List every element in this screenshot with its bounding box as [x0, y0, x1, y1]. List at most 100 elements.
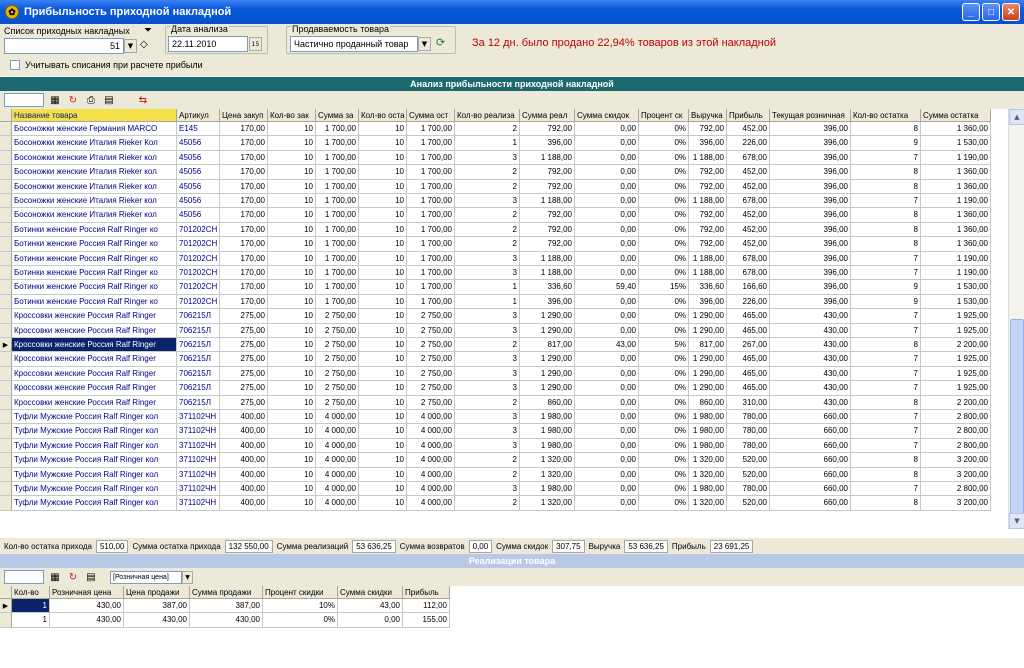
column-header[interactable]: Кол-во зак — [268, 109, 316, 122]
table-cell: Ботинки женские Россия Ralf Ringer ко — [12, 237, 177, 252]
table-cell: 1 188,00 — [520, 266, 575, 281]
column-header[interactable]: Прибыль — [727, 109, 770, 122]
column-header[interactable]: Выручка — [689, 109, 727, 122]
column-header[interactable]: Цена продажи — [124, 586, 190, 599]
table-cell: 396,00 — [770, 237, 851, 252]
table-row[interactable]: Кроссовки женские Россия Ralf Ringer 7062… — [0, 381, 991, 396]
export-icon[interactable]: ▤ — [84, 570, 98, 584]
column-header[interactable]: Артикул — [177, 109, 220, 122]
table-cell: 0% — [639, 309, 689, 324]
table-row[interactable]: Ботинки женские Россия Ralf Ringer ко 701… — [0, 251, 991, 266]
table-cell: 0,00 — [575, 150, 639, 166]
refresh-icon[interactable]: ⟳ — [436, 36, 445, 49]
print-icon[interactable]: ⎙ — [84, 93, 98, 107]
table-cell: 792,00 — [520, 179, 575, 194]
table-row[interactable]: 1 430,00 430,00 430,00 0% 0,00 155,00 — [0, 613, 450, 628]
column-header[interactable]: Процент скидки — [263, 586, 338, 599]
column-header[interactable]: Кол-во — [12, 586, 50, 599]
table-cell: 310,00 — [727, 395, 770, 410]
table-row[interactable]: Туфли Мужские Россия Ralf Ringer кол 3711… — [0, 482, 991, 497]
table-row[interactable]: Босоножки женские Германия MARCO E145 170,… — [0, 122, 991, 137]
swap-columns-icon[interactable]: ⇆ — [136, 93, 150, 107]
table-row[interactable]: Ботинки женские Россия Ralf Ringer ко 701… — [0, 237, 991, 252]
sellability-dropdown-button[interactable]: ▼ — [418, 37, 431, 51]
date-field[interactable]: 22.11.2010 — [168, 36, 248, 52]
price-type-select[interactable]: [Розничная цена] — [110, 570, 182, 584]
column-header[interactable]: Прибыль — [403, 586, 450, 599]
table-row[interactable]: Кроссовки женские Россия Ralf Ringer 7062… — [0, 338, 991, 353]
table-row[interactable]: Кроссовки женские Россия Ralf Ringer 7062… — [0, 366, 991, 382]
column-header[interactable]: Текущая розничная — [770, 109, 851, 122]
filter-icon[interactable]: ⏷ — [144, 25, 152, 36]
table-cell: 1 360,00 — [921, 208, 991, 223]
table-row[interactable]: Кроссовки женские Россия Ralf Ringer 7062… — [0, 309, 991, 324]
table-row[interactable]: Ботинки женские Россия Ralf Ringer ко 701… — [0, 266, 991, 281]
sales-search-input[interactable] — [4, 570, 44, 584]
writeoff-checkbox[interactable] — [10, 60, 20, 70]
column-header[interactable]: Кол-во остатка — [851, 109, 921, 122]
sellability-select[interactable]: Частично проданный товар — [290, 36, 418, 52]
column-header[interactable]: Процент ск — [639, 109, 689, 122]
table-row[interactable]: Ботинки женские Россия Ralf Ringer ко 701… — [0, 222, 991, 238]
table-row[interactable]: 1 430,00 387,00 387,00 10% 43,00 112,00 — [0, 599, 450, 614]
table-row[interactable]: Кроссовки женские Россия Ralf Ringer 7062… — [0, 395, 991, 410]
table-row[interactable]: Туфли Мужские Россия Ralf Ringer кол 3711… — [0, 467, 991, 482]
scroll-down-arrow-icon[interactable]: ▼ — [1009, 513, 1024, 529]
column-header[interactable]: Сумма продажи — [190, 586, 263, 599]
table-cell: 792,00 — [689, 122, 727, 137]
main-search-input[interactable] — [4, 93, 44, 107]
maximize-button[interactable]: □ — [982, 3, 1000, 21]
table-row[interactable]: Ботинки женские Россия Ralf Ringer ко 701… — [0, 294, 991, 310]
scroll-thumb[interactable] — [1010, 319, 1024, 519]
table-cell: 4 000,00 — [316, 453, 359, 468]
filter-table-icon[interactable]: ▦ — [48, 93, 62, 107]
table-row[interactable]: Босоножки женские Италия Rieker кол 45056… — [0, 150, 991, 166]
column-header[interactable]: Кол-во реализа — [455, 109, 520, 122]
table-cell: 0,00 — [575, 438, 639, 454]
table-cell: 10 — [359, 496, 407, 511]
refresh-icon[interactable]: ↻ — [66, 93, 80, 107]
table-row[interactable]: Туфли Мужские Россия Ralf Ringer кол 3711… — [0, 410, 991, 425]
table-cell: 1 290,00 — [689, 366, 727, 382]
column-header[interactable]: Сумма скидок — [575, 109, 639, 122]
calendar-button[interactable]: 15 — [249, 37, 262, 51]
table-row[interactable]: Туфли Мужские Россия Ralf Ringer кол 3711… — [0, 438, 991, 454]
table-cell: 4 000,00 — [407, 453, 455, 468]
close-button[interactable]: ✕ — [1002, 3, 1020, 21]
price-type-dropdown-button[interactable]: ▼ — [182, 570, 193, 584]
profitability-table[interactable]: Название товара Артикул Цена закуп Кол-во з… — [0, 109, 1008, 529]
main-vertical-scrollbar[interactable]: ▲ ▼ — [1008, 109, 1024, 529]
table-row[interactable]: Босоножки женские Италия Rieker Кол 45056… — [0, 136, 991, 151]
column-header[interactable]: Сумма остатка — [921, 109, 991, 122]
table-row[interactable]: Туфли Мужские Россия Ralf Ringer кол 3711… — [0, 496, 991, 511]
table-row[interactable]: Ботинки женские Россия Ralf Ringer ко 701… — [0, 280, 991, 295]
invoice-dropdown-button[interactable]: ▼ — [124, 39, 137, 53]
table-row[interactable]: Босоножки женские Италия Rieker кол 45056… — [0, 208, 991, 223]
column-header[interactable]: Цена закуп — [220, 109, 268, 122]
sales-table[interactable]: Кол-во Розничная цена Цена продажи Сумма пр… — [0, 586, 1024, 668]
table-cell: Босоножки женские Италия Rieker кол — [12, 194, 177, 209]
table-row[interactable]: Босоножки женские Италия Rieker кол 45056… — [0, 194, 991, 209]
column-header[interactable]: Кол-во оста — [359, 109, 407, 122]
filter-table-icon[interactable]: ▦ — [48, 570, 62, 584]
table-row[interactable]: Туфли Мужские Россия Ralf Ringer кол 3711… — [0, 424, 991, 439]
table-row[interactable]: Босоножки женские Италия Rieker кол 45056… — [0, 165, 991, 180]
column-header[interactable]: Сумма за — [316, 109, 359, 122]
export-icon[interactable]: ▤ — [102, 93, 116, 107]
column-header[interactable]: Название товара — [12, 109, 177, 122]
column-header[interactable]: Сумма скидки — [338, 586, 403, 599]
eraser-icon[interactable]: ◇ — [140, 39, 148, 50]
refresh-icon[interactable]: ↻ — [66, 570, 80, 584]
table-cell: 10 — [359, 294, 407, 310]
invoice-select[interactable]: 51 — [4, 38, 124, 54]
table-row[interactable]: Кроссовки женские Россия Ralf Ringer 7062… — [0, 352, 991, 367]
table-cell: 0% — [639, 266, 689, 281]
column-header[interactable]: Сумма реал — [520, 109, 575, 122]
minimize-button[interactable]: _ — [962, 3, 980, 21]
column-header[interactable]: Розничная цена — [50, 586, 124, 599]
table-row[interactable]: Кроссовки женские Россия Ralf Ringer 7062… — [0, 323, 991, 338]
table-row[interactable]: Босоножки женские Италия Rieker кол 45056… — [0, 179, 991, 194]
column-header[interactable]: Сумма ост — [407, 109, 455, 122]
table-row[interactable]: Туфли Мужские Россия Ralf Ringer кол 3711… — [0, 453, 991, 468]
scroll-up-arrow-icon[interactable]: ▲ — [1009, 109, 1024, 125]
